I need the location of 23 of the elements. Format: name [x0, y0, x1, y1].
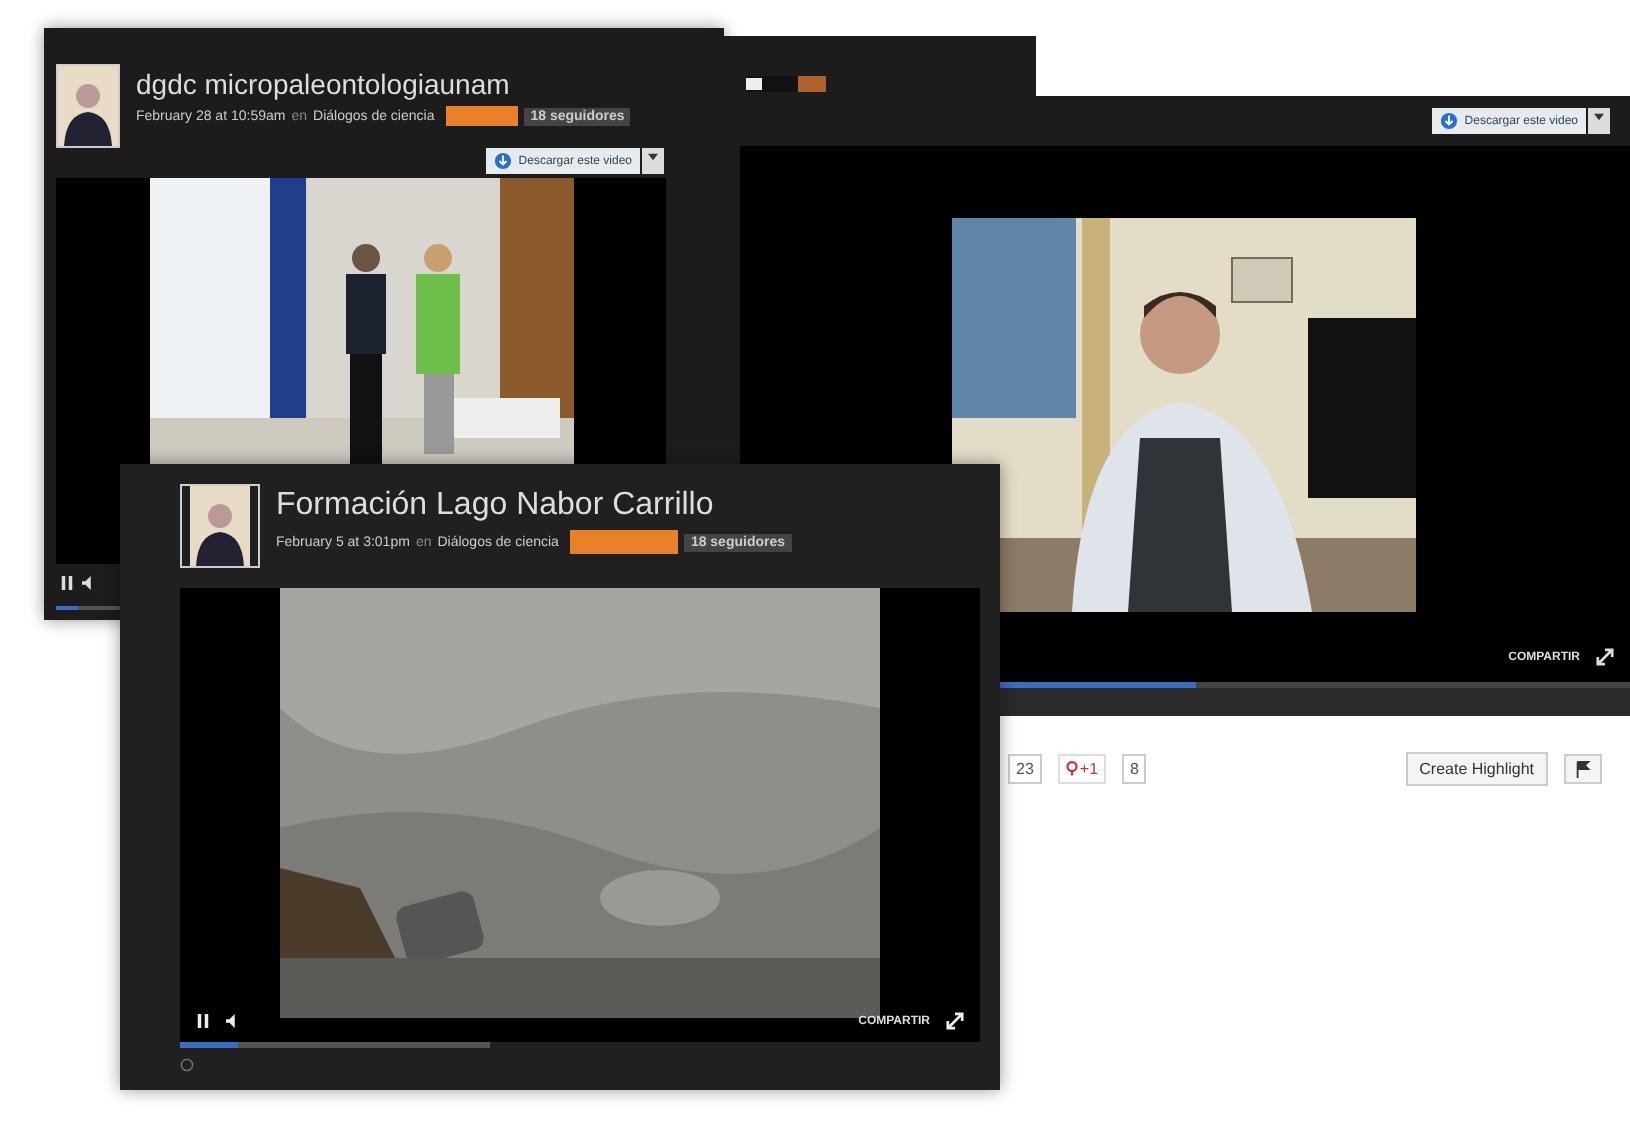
plus-one-count: 8 [1122, 753, 1147, 783]
clock-icon [180, 1058, 194, 1072]
caret-icon [1594, 112, 1604, 122]
avatar-icon [180, 484, 260, 568]
flag-button[interactable] [1564, 753, 1602, 783]
volume-icon[interactable] [82, 576, 96, 590]
caret-icon [648, 152, 658, 162]
dropdown-button[interactable] [1588, 108, 1610, 134]
view-count: 23 [1008, 753, 1042, 783]
fullscreen-icon[interactable] [1596, 648, 1614, 666]
dropdown-button[interactable] [642, 148, 664, 174]
download-icon [494, 152, 513, 170]
avatar-icon [56, 64, 120, 148]
pause-icon[interactable] [60, 576, 74, 590]
video-title: Formación Lago Nabor Carrillo [276, 488, 716, 524]
create-highlight-button[interactable]: Create Highlight [1405, 751, 1548, 785]
fullscreen-icon[interactable] [946, 1012, 964, 1030]
plus-one-button[interactable]: +1 [1057, 753, 1107, 783]
download-icon [1440, 112, 1459, 130]
video-title: dgdc micropaleontologiaunam [136, 68, 512, 100]
flag-icon [1574, 759, 1592, 777]
pause-icon[interactable] [196, 1014, 210, 1028]
volume-icon[interactable] [226, 1014, 240, 1028]
